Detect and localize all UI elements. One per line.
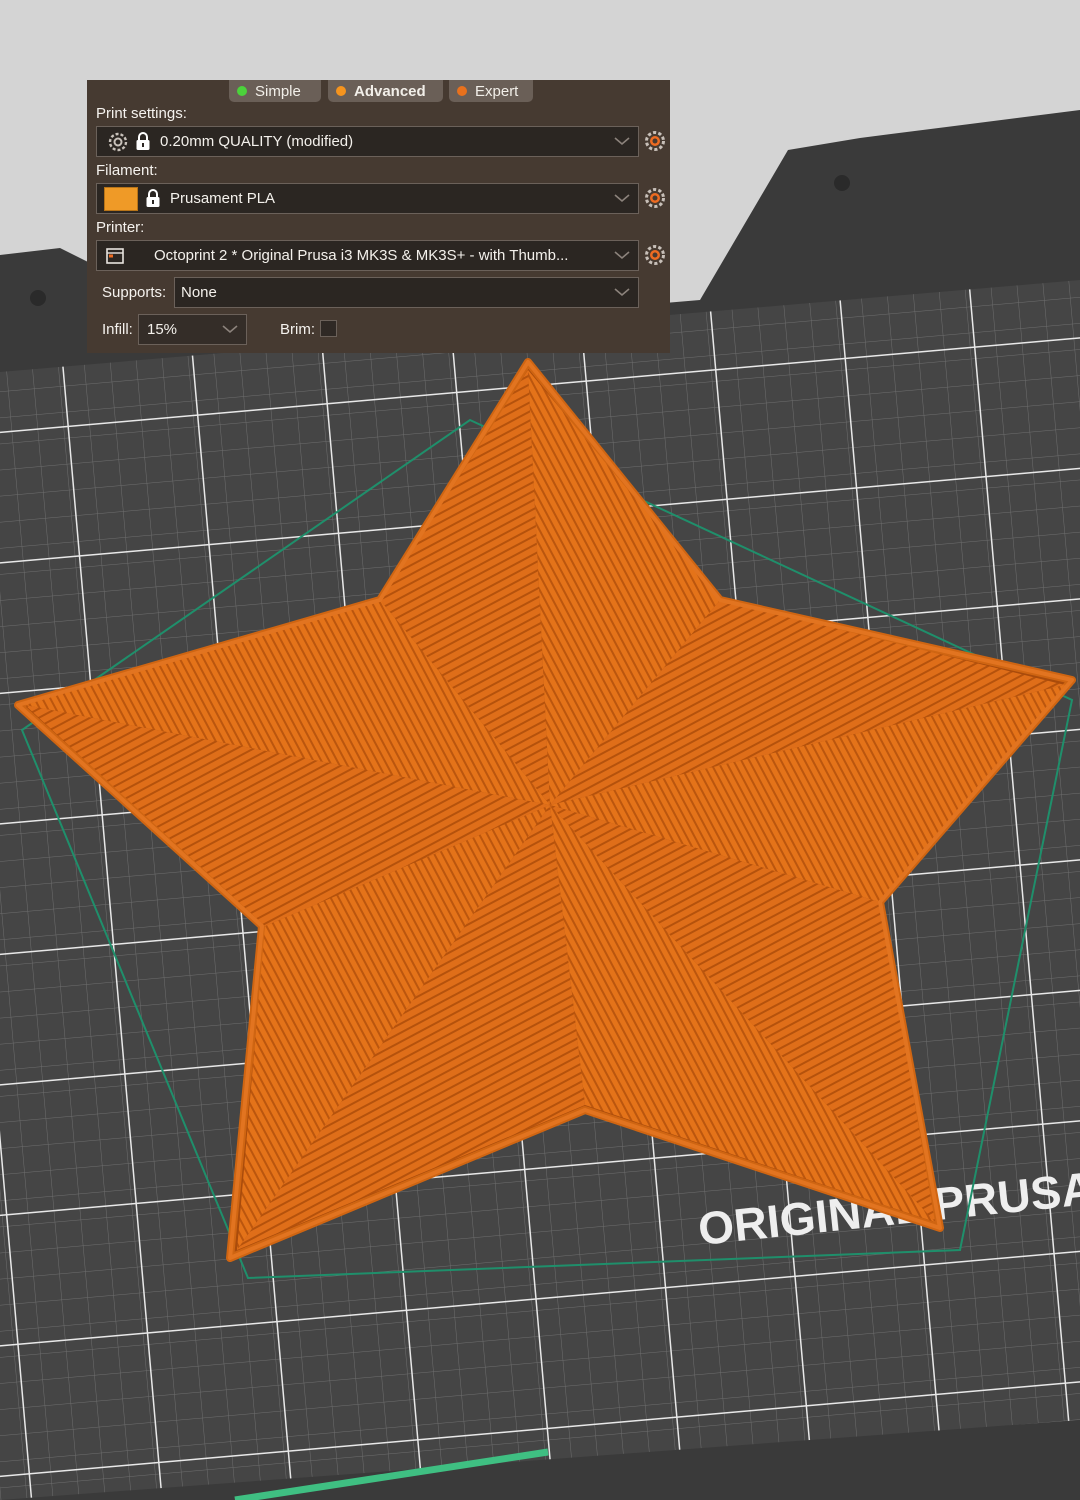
chevron-down-icon xyxy=(614,194,630,203)
filament-combo[interactable]: Prusament PLA xyxy=(96,183,639,214)
mode-expert-button[interactable]: Expert xyxy=(449,80,533,102)
bed-mount-hole-right xyxy=(834,175,850,191)
bed-mount-hole-left xyxy=(30,290,46,306)
brim-label: Brim: xyxy=(280,321,315,338)
print-settings-combo[interactable]: 0.20mm QUALITY (modified) xyxy=(96,126,639,157)
filament-label: Filament: xyxy=(96,162,158,179)
system-preset-icon xyxy=(108,132,128,151)
infill-value: 15% xyxy=(147,321,178,338)
print-settings-value: 0.20mm QUALITY (modified) xyxy=(160,133,354,150)
printer-value: Octoprint 2 * Original Prusa i3 MK3S & M… xyxy=(154,247,569,264)
print-settings-panel: Simple Advanced Expert Print settings: 0… xyxy=(87,80,670,353)
mode-expert-dot xyxy=(457,86,467,96)
chevron-down-icon xyxy=(614,137,630,146)
chevron-down-icon xyxy=(614,251,630,260)
printer-monitor-icon xyxy=(106,247,124,264)
chevron-down-icon xyxy=(614,288,630,297)
mode-simple-button[interactable]: Simple xyxy=(229,80,321,102)
mode-simple-dot xyxy=(237,86,247,96)
mode-advanced-button[interactable]: Advanced xyxy=(328,80,443,102)
lock-icon xyxy=(136,132,150,150)
filament-edit-gear-icon[interactable] xyxy=(644,187,666,209)
supports-value: None xyxy=(181,284,217,301)
mode-expert-label: Expert xyxy=(475,82,519,100)
filament-color-swatch[interactable] xyxy=(104,186,138,211)
infill-label: Infill: xyxy=(102,321,133,338)
supports-combo[interactable]: None xyxy=(174,277,639,308)
printer-edit-gear-icon[interactable] xyxy=(644,244,666,266)
mode-simple-label: Simple xyxy=(255,82,301,100)
print-settings-label: Print settings: xyxy=(96,105,187,122)
infill-combo[interactable]: 15% xyxy=(138,314,247,345)
printer-combo[interactable]: Octoprint 2 * Original Prusa i3 MK3S & M… xyxy=(96,240,639,271)
print-settings-edit-gear-icon[interactable] xyxy=(644,130,666,152)
chevron-down-icon xyxy=(222,325,238,334)
lock-icon xyxy=(146,189,160,207)
printer-label: Printer: xyxy=(96,219,145,236)
filament-value: Prusament PLA xyxy=(170,190,276,207)
mode-advanced-dot xyxy=(336,86,346,96)
supports-label: Supports: xyxy=(102,284,167,301)
mode-advanced-label: Advanced xyxy=(354,82,426,100)
brim-checkbox[interactable] xyxy=(320,320,337,337)
